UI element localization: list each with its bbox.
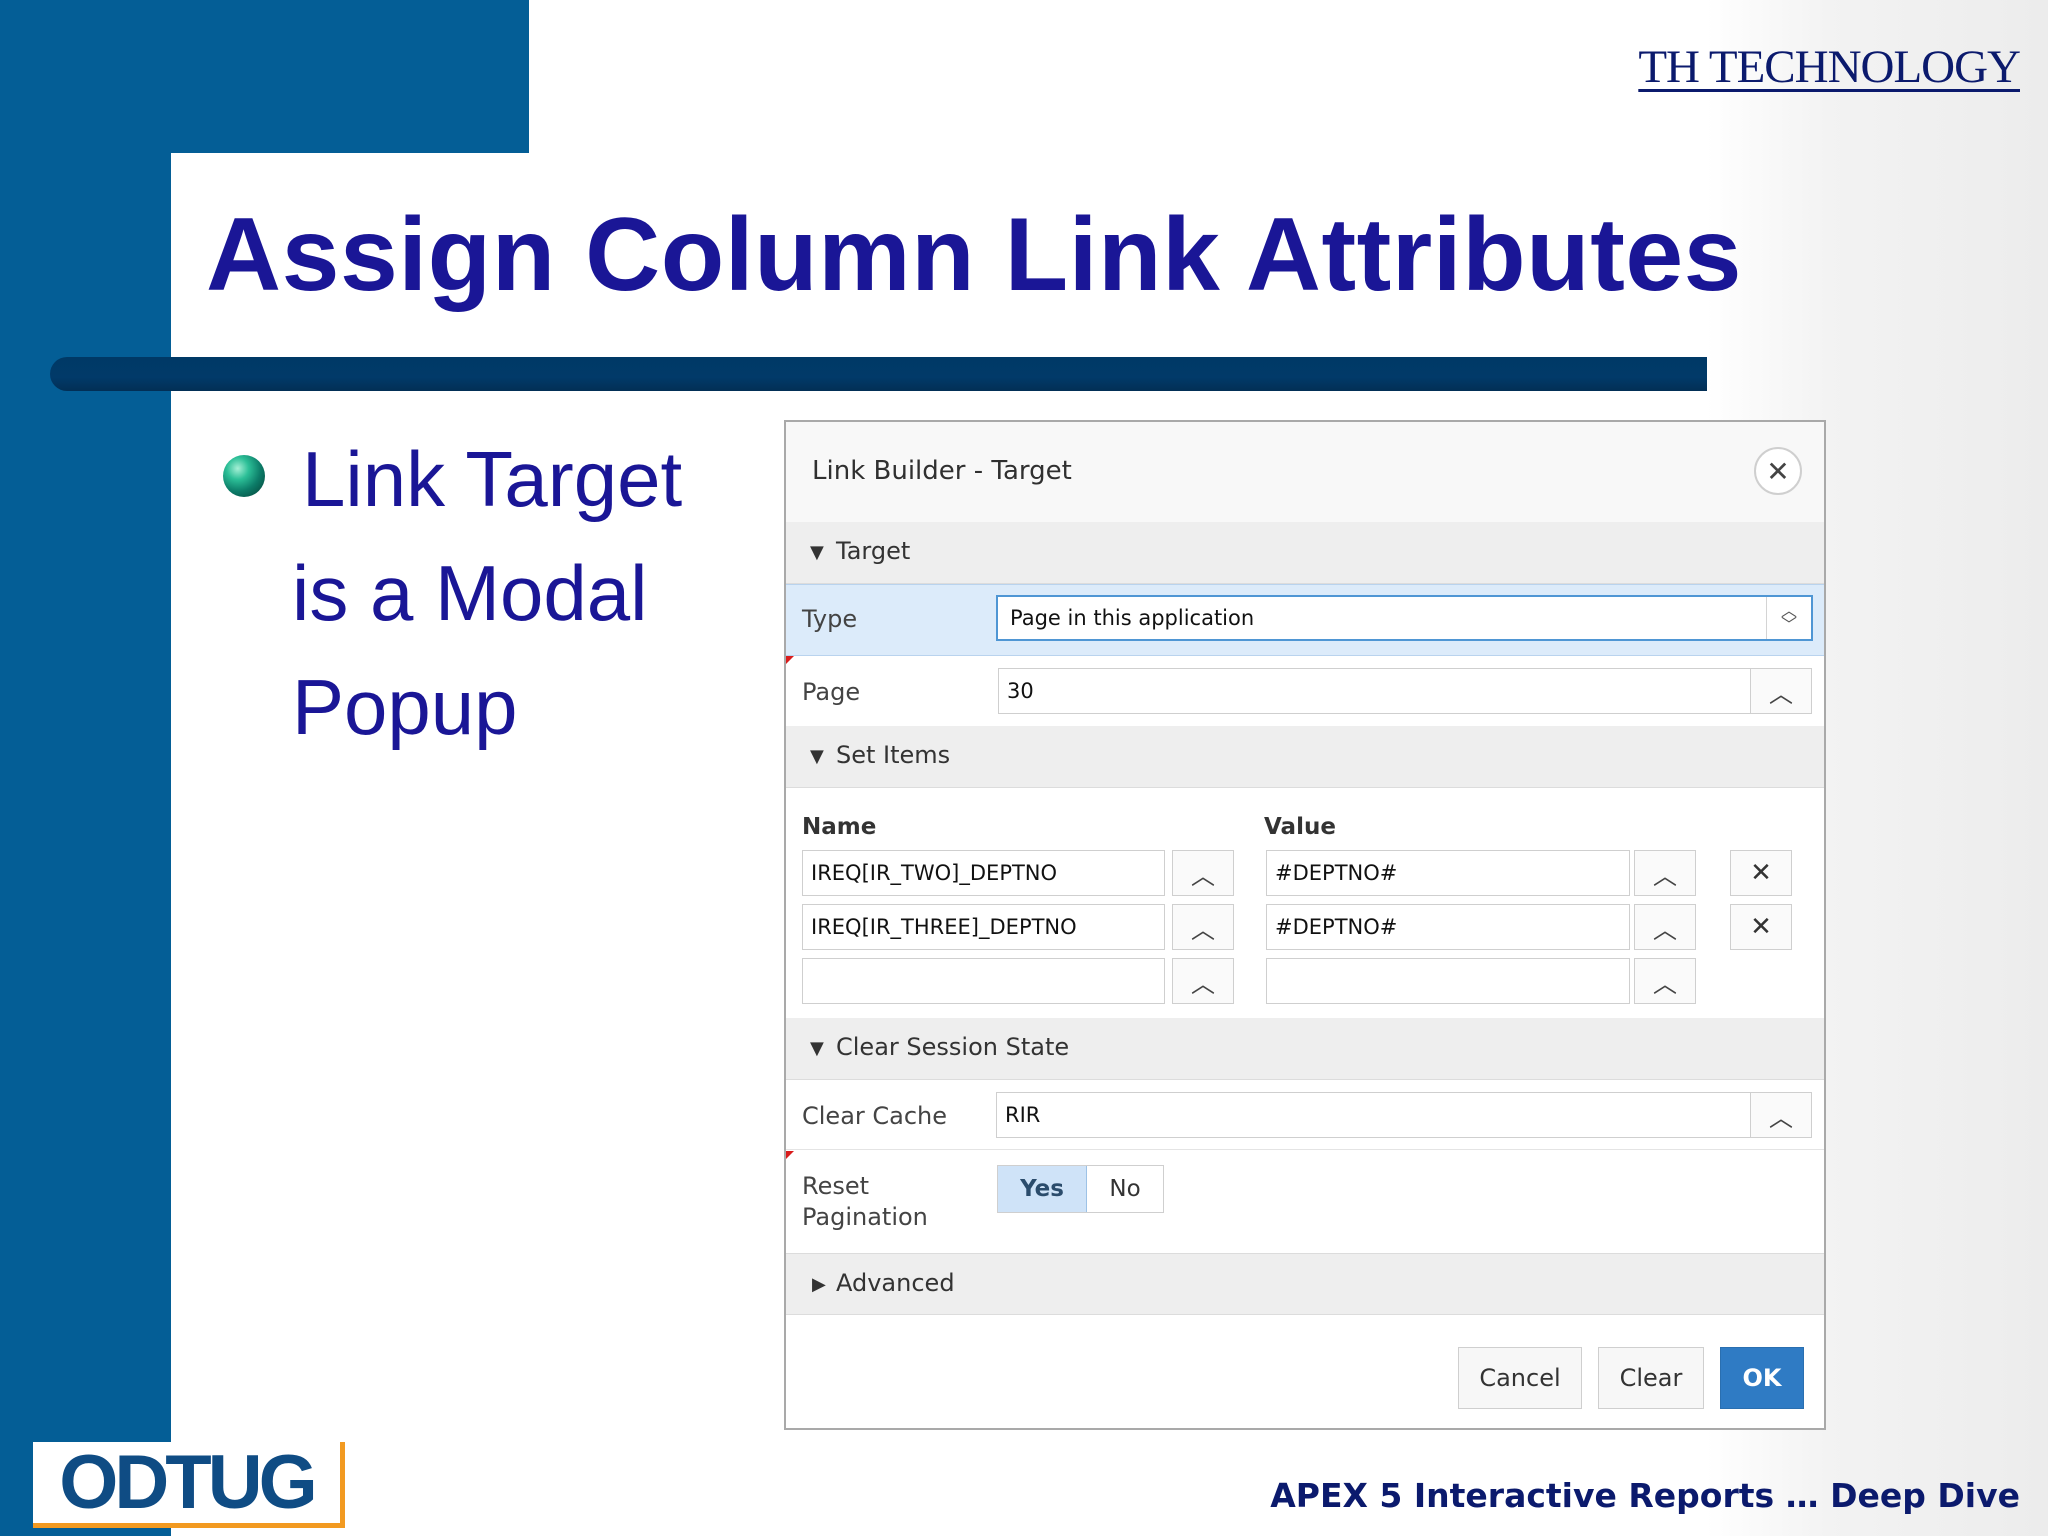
left-color-band bbox=[0, 0, 171, 1536]
chevron-up-icon: ︿ bbox=[1191, 861, 1215, 890]
name-column-header: Name bbox=[802, 814, 877, 840]
select-arrows-icon: ︿ ﹀ bbox=[1766, 597, 1811, 639]
item-name-value: IREQ[IR_THREE]_DEPTNO bbox=[811, 915, 1077, 939]
collapse-triangle-icon: ▼ bbox=[810, 542, 824, 563]
section-target-label: Target bbox=[836, 537, 911, 565]
top-color-band bbox=[0, 0, 529, 153]
item-name-input[interactable]: IREQ[IR_TWO]_DEPTNO bbox=[802, 850, 1165, 896]
remove-item-button[interactable]: ✕ bbox=[1730, 904, 1792, 950]
item-value-input[interactable]: #DEPTNO# bbox=[1266, 850, 1630, 896]
bullet-line-1: Link Target bbox=[302, 435, 683, 523]
clear-button[interactable]: Clear bbox=[1598, 1347, 1704, 1409]
close-icon: ✕ bbox=[1766, 454, 1790, 488]
page-row: Page 30 ︿ bbox=[786, 656, 1824, 726]
item-name-lov-button[interactable]: ︿ bbox=[1172, 904, 1234, 950]
cancel-button[interactable]: Cancel bbox=[1458, 1347, 1582, 1409]
chevron-up-icon: ︿ bbox=[1653, 861, 1677, 890]
clear-cache-row: Clear Cache RIR ︿ bbox=[786, 1080, 1824, 1150]
section-target[interactable]: ▼ Target bbox=[786, 522, 1824, 584]
chevron-up-icon: ︿ bbox=[1191, 969, 1215, 998]
toggle-yes-option[interactable]: Yes bbox=[998, 1166, 1087, 1212]
slide-title: Assign Column Link Attributes bbox=[206, 197, 1743, 313]
page-input-value: 30 bbox=[1007, 679, 1034, 703]
item-name-value: IREQ[IR_TWO]_DEPTNO bbox=[811, 861, 1058, 885]
clear-cache-lov-button[interactable]: ︿ bbox=[1750, 1092, 1812, 1138]
clear-cache-label: Clear Cache bbox=[802, 1102, 948, 1130]
type-label: Type bbox=[802, 605, 858, 633]
close-button[interactable]: ✕ bbox=[1754, 447, 1802, 495]
item-value-value: #DEPTNO# bbox=[1275, 861, 1398, 885]
odtug-logo-text: ODTUG bbox=[59, 1439, 317, 1525]
section-clear-session-state-label: Clear Session State bbox=[836, 1033, 1070, 1061]
reset-pagination-row: Reset Pagination Yes No bbox=[786, 1151, 1824, 1253]
type-select[interactable]: Page in this application ︿ ﹀ bbox=[996, 595, 1813, 641]
item-value-lov-button[interactable]: ︿ bbox=[1634, 850, 1696, 896]
item-name-lov-button[interactable]: ︿ bbox=[1172, 850, 1234, 896]
type-select-value: Page in this application bbox=[1010, 606, 1255, 630]
chevron-up-icon: ︿ bbox=[1653, 915, 1677, 944]
page-lov-button[interactable]: ︿ bbox=[1750, 668, 1812, 714]
bullet-line-3: Popup bbox=[292, 663, 518, 751]
footer-text: APEX 5 Interactive Reports … Deep Dive bbox=[1270, 1476, 2020, 1515]
expand-triangle-icon: ▶ bbox=[812, 1274, 826, 1295]
section-advanced[interactable]: ▶ Advanced bbox=[786, 1253, 1824, 1315]
ok-button[interactable]: OK bbox=[1720, 1347, 1804, 1409]
section-clear-session-state[interactable]: ▼ Clear Session State bbox=[786, 1018, 1824, 1080]
remove-item-button[interactable]: ✕ bbox=[1730, 850, 1792, 896]
odtug-logo: ODTUG bbox=[33, 1442, 345, 1528]
bullet-line-2: is a Modal bbox=[292, 549, 648, 637]
bullet-text: Link Target is a Modal Popup bbox=[292, 422, 762, 764]
item-value-lov-button[interactable]: ︿ bbox=[1634, 904, 1696, 950]
item-value-input[interactable] bbox=[1266, 958, 1630, 1004]
item-value-value: #DEPTNO# bbox=[1275, 915, 1398, 939]
chevron-up-icon: ︿ bbox=[1191, 915, 1215, 944]
dialog-header: Link Builder - Target ✕ bbox=[786, 422, 1824, 522]
item-name-input[interactable]: IREQ[IR_THREE]_DEPTNO bbox=[802, 904, 1165, 950]
collapse-triangle-icon: ▼ bbox=[810, 1038, 824, 1059]
page-input[interactable]: 30 bbox=[998, 668, 1751, 714]
item-name-input[interactable] bbox=[802, 958, 1165, 1004]
value-column-header: Value bbox=[1264, 814, 1336, 840]
reset-pagination-label-line-2: Pagination bbox=[802, 1203, 928, 1231]
chevron-up-icon: ︿ bbox=[1769, 1103, 1793, 1132]
close-icon: ✕ bbox=[1750, 858, 1772, 888]
close-icon: ✕ bbox=[1750, 912, 1772, 942]
reset-pagination-label: Reset Pagination bbox=[802, 1171, 928, 1233]
item-value-lov-button[interactable]: ︿ bbox=[1634, 958, 1696, 1004]
reset-pagination-toggle[interactable]: Yes No bbox=[997, 1165, 1164, 1213]
toggle-no-option[interactable]: No bbox=[1087, 1166, 1163, 1212]
title-rule bbox=[50, 357, 1707, 391]
section-set-items-label: Set Items bbox=[836, 741, 951, 769]
section-set-items[interactable]: ▼ Set Items bbox=[786, 726, 1824, 788]
dialog-title: Link Builder - Target bbox=[812, 456, 1072, 486]
chevron-up-icon: ︿ bbox=[1653, 969, 1677, 998]
chevron-up-icon: ︿ bbox=[1769, 679, 1793, 708]
item-name-lov-button[interactable]: ︿ bbox=[1172, 958, 1234, 1004]
th-technology-logo: TH TECHNOLOGY bbox=[1638, 41, 2021, 93]
reset-pagination-label-line-1: Reset bbox=[802, 1172, 870, 1200]
item-value-input[interactable]: #DEPTNO# bbox=[1266, 904, 1630, 950]
collapse-triangle-icon: ▼ bbox=[810, 746, 824, 767]
globe-bullet-icon bbox=[223, 455, 265, 497]
clear-cache-input[interactable]: RIR bbox=[996, 1092, 1751, 1138]
type-row: Type Page in this application ︿ ﹀ bbox=[786, 584, 1824, 656]
link-builder-dialog: Link Builder - Target ✕ ▼ Target Type Pa… bbox=[784, 420, 1826, 1430]
clear-cache-value: RIR bbox=[1005, 1103, 1041, 1127]
section-advanced-label: Advanced bbox=[836, 1269, 955, 1297]
page-label: Page bbox=[802, 678, 861, 706]
